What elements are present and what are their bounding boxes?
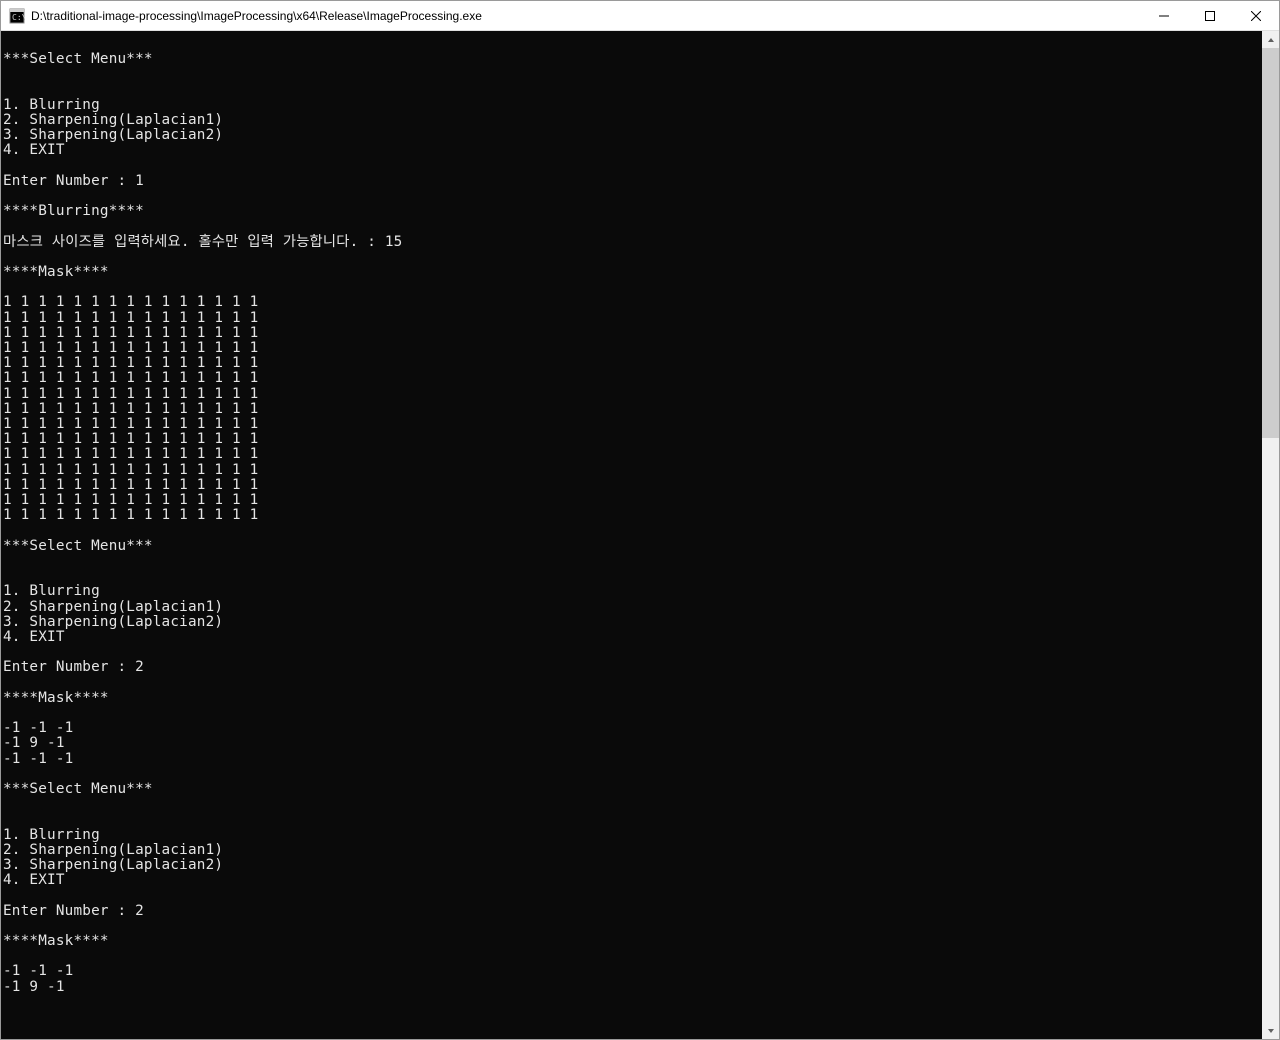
console-window: C:\ D:\traditional-image-processing\Imag… [0, 0, 1280, 1040]
vertical-scrollbar[interactable] [1262, 31, 1279, 1039]
console-area: ***Select Menu*** 1. Blurring 2. Sharpen… [1, 31, 1279, 1039]
app-icon: C:\ [9, 8, 25, 24]
scroll-up-arrow[interactable] [1262, 31, 1279, 48]
console-output[interactable]: ***Select Menu*** 1. Blurring 2. Sharpen… [1, 31, 1262, 1039]
minimize-button[interactable] [1141, 1, 1187, 30]
maximize-button[interactable] [1187, 1, 1233, 30]
scroll-track[interactable] [1262, 48, 1279, 1022]
scroll-down-arrow[interactable] [1262, 1022, 1279, 1039]
window-controls [1141, 1, 1279, 30]
titlebar[interactable]: C:\ D:\traditional-image-processing\Imag… [1, 1, 1279, 31]
close-button[interactable] [1233, 1, 1279, 30]
svg-text:C:\: C:\ [12, 13, 25, 22]
window-title: D:\traditional-image-processing\ImagePro… [31, 9, 1141, 23]
scroll-thumb[interactable] [1262, 48, 1279, 438]
